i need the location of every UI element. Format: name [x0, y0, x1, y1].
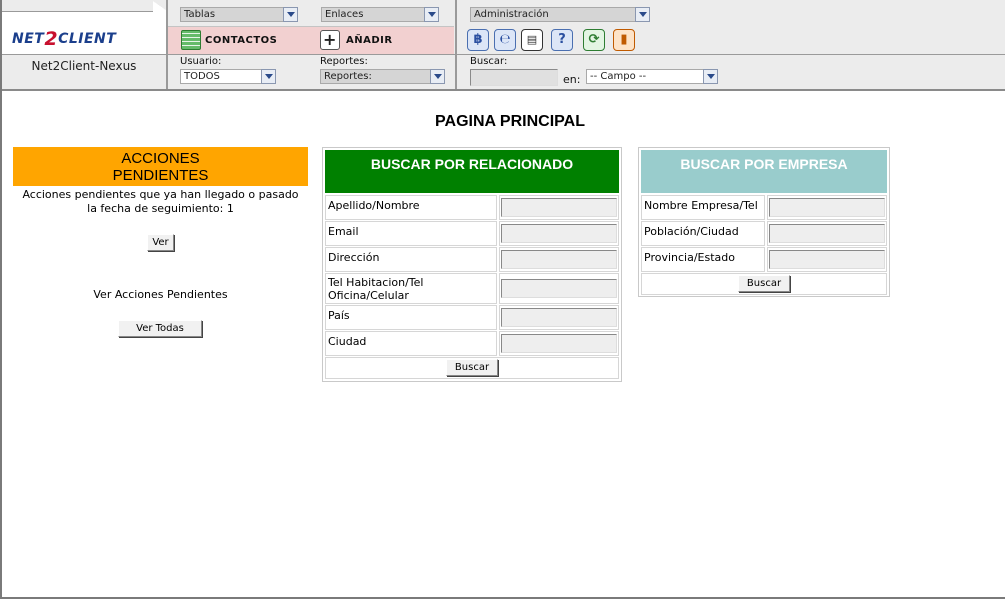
chevron-down-icon	[261, 69, 276, 84]
apellido-nombre-input[interactable]	[501, 198, 617, 217]
field-label: Dirección	[325, 247, 497, 272]
field-label: Nombre Empresa/Tel	[641, 195, 765, 220]
field-cell	[499, 247, 619, 272]
enlaces-select-value: Enlaces	[325, 9, 364, 20]
empresa-header: BUSCAR POR EMPRESA	[641, 150, 887, 193]
ver-button[interactable]: Ver	[147, 234, 174, 251]
field-cell	[499, 305, 619, 330]
acciones-title: ACCIONES PENDIENTES	[112, 150, 209, 184]
top-bar: NET2CLIENT Net2Client-Nexus Tablas Enlac…	[0, 0, 1005, 90]
button-row: Buscar	[641, 273, 887, 295]
field-cell	[499, 273, 619, 304]
en-label: en:	[563, 73, 581, 86]
reportes-label: Reportes:	[320, 56, 368, 67]
chevron-down-icon	[283, 7, 298, 22]
nombre-empresa-input[interactable]	[769, 198, 885, 217]
contactos-button[interactable]: CONTACTOS	[181, 30, 277, 50]
enlaces-select[interactable]: Enlaces	[321, 7, 439, 22]
acciones-header: ACCIONES PENDIENTES	[13, 147, 308, 186]
field-label: Población/Ciudad	[641, 221, 765, 246]
table-grid-icon	[181, 30, 201, 50]
window-border	[0, 0, 2, 599]
field-label: Apellido/Nombre	[325, 195, 497, 220]
usuario-select[interactable]: TODOS	[180, 69, 276, 84]
field-cell	[499, 221, 619, 246]
buscar-input[interactable]	[470, 69, 558, 86]
reportes-select-value: Reportes:	[324, 71, 372, 82]
pais-input[interactable]	[501, 308, 617, 327]
divider	[168, 54, 1005, 55]
field-cell	[499, 195, 619, 220]
field-cell	[499, 331, 619, 356]
exit-icon[interactable]: ▮	[613, 29, 635, 51]
field-label: Email	[325, 221, 497, 246]
usuario-select-value: TODOS	[184, 71, 220, 82]
field-label: Provincia/Estado	[641, 247, 765, 272]
id-card-icon[interactable]: ▤	[521, 29, 543, 51]
logo-area: NET2CLIENT	[2, 0, 167, 54]
email-input[interactable]	[501, 224, 617, 243]
field-label: País	[325, 305, 497, 330]
provincia-estado-input[interactable]	[769, 250, 885, 269]
plus-icon: +	[320, 30, 340, 50]
tablas-select-value: Tablas	[184, 9, 216, 20]
buscar-label: Buscar:	[470, 56, 508, 67]
ver-acciones-pendientes-text: Ver Acciones Pendientes	[93, 288, 228, 301]
buscar-empresa-button[interactable]: Buscar	[738, 275, 790, 292]
usuario-label: Usuario:	[180, 56, 222, 67]
bitcoin-icon[interactable]: ฿	[467, 29, 489, 51]
anadir-label: AÑADIR	[346, 34, 393, 46]
administracion-select-value: Administración	[474, 9, 549, 20]
page-title: PAGINA PRINCIPAL	[435, 113, 585, 130]
relacionado-header: BUSCAR POR RELACIONADO	[325, 150, 619, 193]
relacionado-panel: BUSCAR POR RELACIONADO Apellido/Nombre E…	[322, 147, 622, 382]
chevron-down-icon	[635, 7, 650, 22]
field-cell	[767, 221, 887, 246]
campo-select-value: -- Campo --	[590, 71, 647, 82]
chevron-down-icon	[424, 7, 439, 22]
field-label: Tel Habitacion/Tel Oficina/Celular	[325, 273, 497, 304]
tablas-select[interactable]: Tablas	[180, 7, 298, 22]
contactos-label: CONTACTOS	[205, 34, 278, 46]
help-icon[interactable]: ?	[551, 29, 573, 51]
header-divider	[0, 89, 1005, 91]
administracion-select[interactable]: Administración	[470, 7, 650, 22]
anadir-button[interactable]: + AÑADIR	[320, 30, 393, 50]
chevron-down-icon	[430, 69, 445, 84]
net2client-logo[interactable]: NET2CLIENT	[12, 28, 116, 50]
buscar-relacionado-button[interactable]: Buscar	[446, 359, 498, 376]
ciudad-input[interactable]	[501, 334, 617, 353]
divider	[455, 0, 457, 89]
refresh-icon[interactable]: ⟳	[583, 29, 605, 51]
divider	[168, 26, 454, 27]
direccion-input[interactable]	[501, 250, 617, 269]
field-cell	[767, 195, 887, 220]
chevron-down-icon	[703, 69, 718, 84]
empresa-panel: BUSCAR POR EMPRESA Nombre Empresa/Tel Po…	[638, 147, 890, 297]
script-icon[interactable]: ℮	[494, 29, 516, 51]
field-cell	[767, 247, 887, 272]
campo-select[interactable]: -- Campo --	[586, 69, 718, 84]
reportes-select[interactable]: Reportes:	[320, 69, 445, 84]
telefono-input[interactable]	[501, 279, 617, 298]
button-row: Buscar	[325, 357, 619, 379]
acciones-text: Acciones pendientes que ya han llegado o…	[22, 188, 299, 215]
ver-todas-button[interactable]: Ver Todas	[118, 320, 202, 337]
poblacion-ciudad-input[interactable]	[769, 224, 885, 243]
app-name: Net2Client-Nexus	[2, 54, 166, 89]
field-label: Ciudad	[325, 331, 497, 356]
